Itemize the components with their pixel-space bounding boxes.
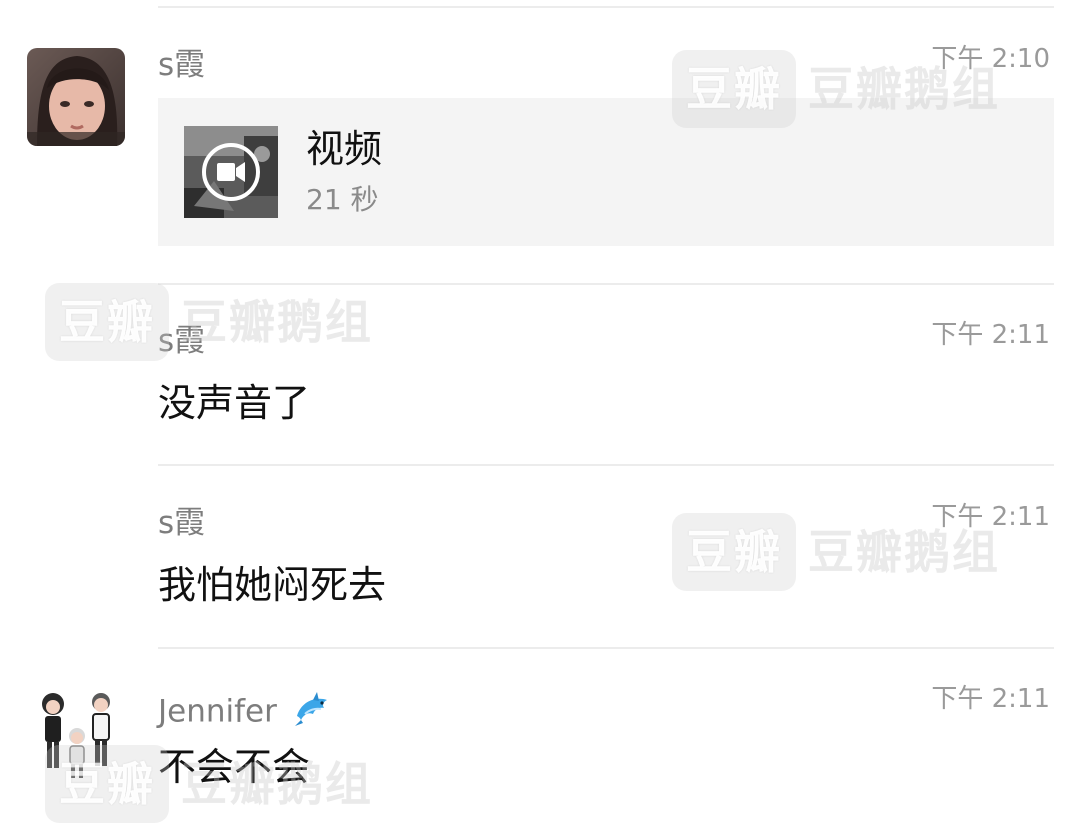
watermark-text: 豆瓣鹅组 xyxy=(808,525,1000,579)
message-text: 不会不会 xyxy=(158,745,311,789)
sender-name-text: Jennifer xyxy=(158,693,277,730)
avatar-sender-1[interactable] xyxy=(27,48,125,146)
video-label: 视频 xyxy=(306,127,383,171)
watermark-text: 豆瓣鹅组 xyxy=(181,295,373,349)
watermark-badge: 豆瓣 xyxy=(672,513,796,591)
message-time: 下午 2:11 xyxy=(931,320,1050,350)
sender-name: s霞 xyxy=(158,505,206,541)
divider-top xyxy=(158,6,1054,8)
watermark: 豆瓣 豆瓣鹅组 xyxy=(45,283,373,361)
sender-name: s霞 xyxy=(158,323,206,359)
video-thumbnail[interactable] xyxy=(184,126,278,218)
watermark-badge: 豆瓣 xyxy=(45,283,169,361)
video-message-card[interactable]: 视频 21 秒 xyxy=(158,98,1054,246)
divider xyxy=(158,464,1054,466)
video-duration: 21 秒 xyxy=(306,183,379,216)
divider xyxy=(158,647,1054,649)
divider xyxy=(158,283,1054,285)
avatar-photo-icon xyxy=(27,48,125,146)
message-time: 下午 2:10 xyxy=(931,44,1050,74)
message-time: 下午 2:11 xyxy=(931,684,1050,714)
sender-name: Jennifer xyxy=(158,690,333,736)
message-text: 没声音了 xyxy=(158,381,311,425)
dolphin-icon xyxy=(293,690,333,736)
sender-name: s霞 xyxy=(158,47,206,83)
cartoon-family-avatar-icon xyxy=(27,686,125,784)
message-time: 下午 2:11 xyxy=(931,502,1050,532)
message-text: 我怕她闷死去 xyxy=(158,563,387,607)
avatar-sender-jennifer[interactable] xyxy=(27,686,125,784)
